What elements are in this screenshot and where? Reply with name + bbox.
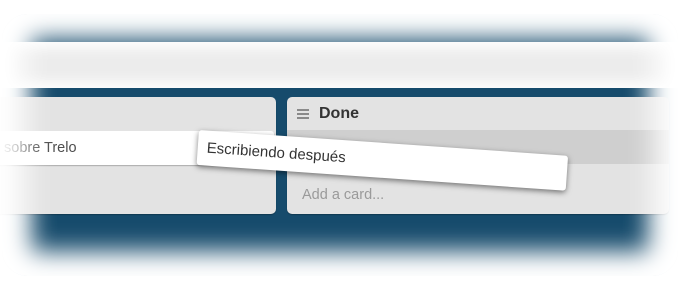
trello-board-screenshot: sobre Trelo Done Add a card... Escribien… bbox=[0, 0, 680, 291]
list-title[interactable]: Done bbox=[319, 105, 359, 123]
list-menu-icon[interactable] bbox=[297, 109, 309, 121]
board-header bbox=[0, 42, 680, 88]
add-card-link[interactable]: Add a card... bbox=[302, 187, 384, 203]
